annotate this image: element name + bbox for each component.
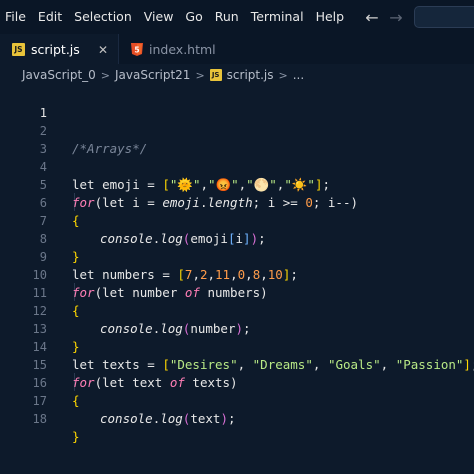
menu-file[interactable]: File xyxy=(5,0,34,34)
menu-help[interactable]: Help xyxy=(316,0,353,34)
command-center-search[interactable] xyxy=(414,6,474,28)
javascript-file-icon: JS xyxy=(209,69,222,81)
tab-index-html[interactable]: 5 index.html xyxy=(118,34,234,64)
breadcrumb-separator: > xyxy=(278,68,288,82)
code-line-5: 5 for(let i = emoji.length; i >= 0; i--) xyxy=(0,158,474,210)
code-line-3: 3 xyxy=(0,122,474,156)
menu-selection[interactable]: Selection xyxy=(74,0,140,34)
code-line-7: 7 console.log(emoji[i]); xyxy=(0,194,474,246)
tab-script-js[interactable]: JS script.js ✕ xyxy=(0,34,118,64)
code-line-13: 13 } xyxy=(0,302,474,354)
breadcrumb-separator: > xyxy=(195,68,205,82)
menu-edit[interactable]: Edit xyxy=(38,0,70,34)
breadcrumb-separator: > xyxy=(100,68,111,82)
code-line-1: 1 xyxy=(0,86,474,120)
breadcrumb: JavaScript_0 > JavaScript21 > JS script.… xyxy=(0,64,474,86)
breadcrumb-folder-javascript0[interactable]: JavaScript_0 xyxy=(22,68,96,82)
code-line-10: 10 for(let number of numbers) xyxy=(0,248,474,300)
tab-label: index.html xyxy=(149,41,216,57)
code-line-11: 11 { xyxy=(0,266,474,318)
javascript-file-icon: JS xyxy=(12,43,25,56)
code-line-16: 16 { xyxy=(0,356,474,408)
code-editor[interactable]: 1 2 /*Arrays*/ 3 4 let emoji = ["🌞","😡",… xyxy=(0,86,474,474)
code-line-8: 8 } xyxy=(0,212,474,264)
html5-file-icon: 5 xyxy=(131,42,143,56)
svg-text:5: 5 xyxy=(134,45,139,54)
menu-view[interactable]: View xyxy=(144,0,182,34)
code-line-14: 14 let texts = ["Desires", "Dreams", "Go… xyxy=(0,320,474,372)
forward-arrow-icon[interactable]: → xyxy=(384,8,408,27)
line-number: 18 xyxy=(32,412,47,426)
code-line-2: 2 /*Arrays*/ xyxy=(0,104,474,156)
back-arrow-icon[interactable]: ← xyxy=(360,8,384,27)
menu-go[interactable]: Go xyxy=(185,0,210,34)
menu-run[interactable]: Run xyxy=(215,0,247,34)
navigation-arrows: ← → xyxy=(360,0,408,34)
code-line-12: 12 console.log(number); xyxy=(0,284,474,336)
code-line-9: 9 let numbers = [7,2,11,0,8,10]; xyxy=(0,230,474,282)
code-line-6: 6 { xyxy=(0,176,474,228)
code-line-15: 15 for(let text of texts) xyxy=(0,338,474,390)
editor-tab-bar: JS script.js ✕ 5 index.html xyxy=(0,34,474,64)
tab-label: script.js xyxy=(31,42,80,57)
breadcrumb-file-script-js[interactable]: script.js xyxy=(227,68,274,82)
code-text: console.log(text); xyxy=(100,411,236,426)
breadcrumb-symbols[interactable]: ... xyxy=(293,68,304,82)
code-line-4: 4 let emoji = ["🌞","😡","🌕","☀️"]; xyxy=(0,140,474,192)
code-line-18: 18 } xyxy=(0,392,474,444)
menu-terminal[interactable]: Terminal xyxy=(251,0,312,34)
close-icon[interactable]: ✕ xyxy=(98,43,108,57)
code-line-17: 17 console.log(text); xyxy=(0,374,474,426)
code-text: } xyxy=(72,429,80,444)
breadcrumb-folder-javascript21[interactable]: JavaScript21 xyxy=(115,68,190,82)
